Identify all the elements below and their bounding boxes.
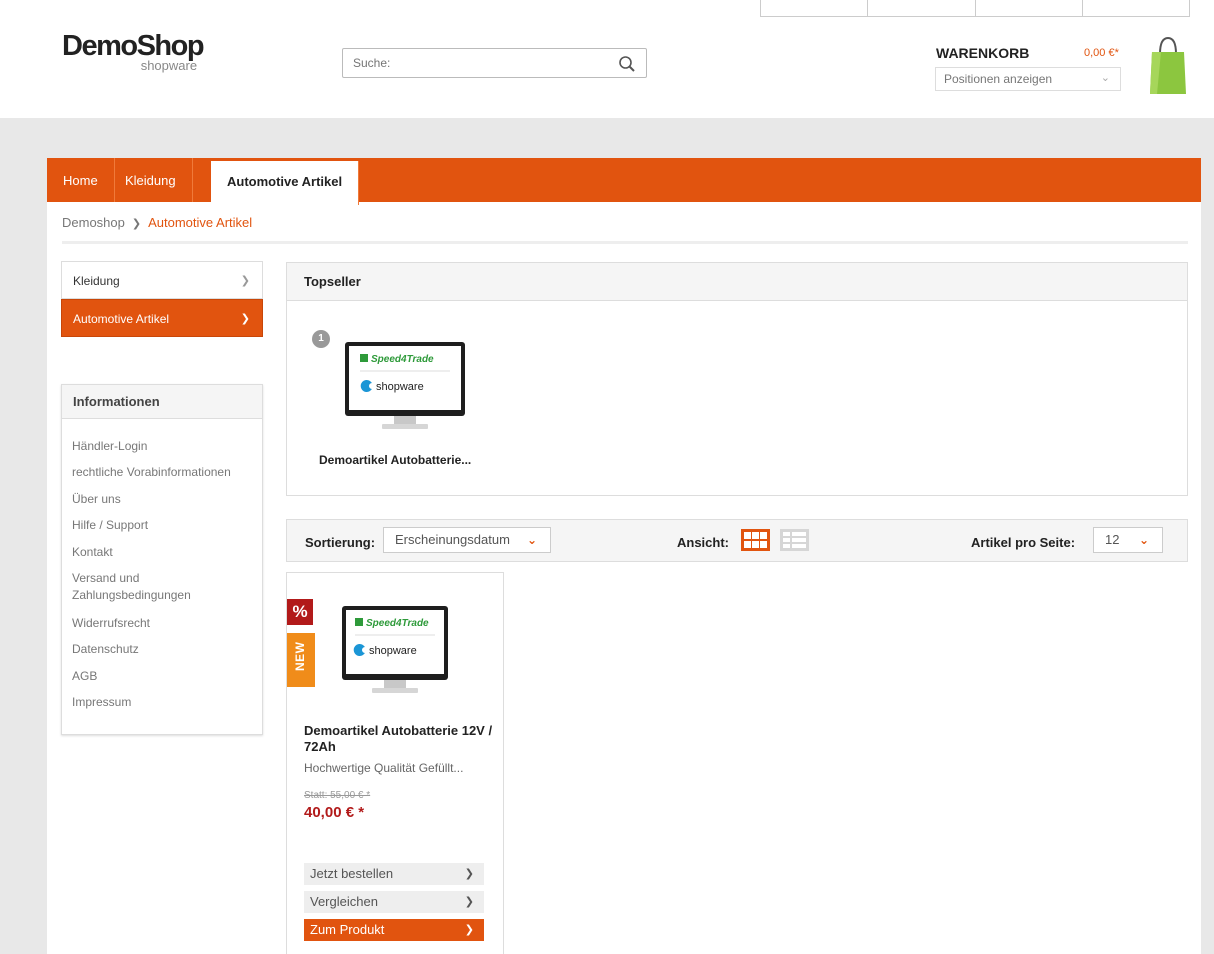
discount-badge: % <box>287 599 313 625</box>
chevron-right-icon: ❯ <box>240 275 250 287</box>
chevron-right-icon: ❯ <box>464 868 474 880</box>
sort-label: Sortierung: <box>305 535 376 550</box>
search-input[interactable] <box>343 49 603 77</box>
top-menu-slot[interactable] <box>868 0 976 16</box>
sidebar-category-automotive-artikel[interactable]: Automotive Artikel ❯ <box>61 299 263 337</box>
view-label: Ansicht: <box>677 535 729 550</box>
chevron-right-icon: ❯ <box>240 313 250 325</box>
product-image-monitor[interactable]: Speed4Trade shopware <box>344 341 466 433</box>
product-description: Hochwertige Qualität Gefüllt... <box>304 761 464 775</box>
image-brand-speed4trade: Speed4Trade <box>366 618 429 629</box>
cart-positions-dropdown[interactable]: Positionen anzeigen ⌄ <box>935 67 1121 91</box>
top-menu-slot[interactable] <box>976 0 1083 16</box>
chevron-right-icon: ❯ <box>131 218 142 230</box>
breadcrumb: Demoshop ❯ Automotive Artikel <box>62 215 252 230</box>
buy-now-label: Jetzt bestellen <box>310 866 394 881</box>
sidebar-category-kleidung[interactable]: Kleidung ❯ <box>61 261 263 299</box>
topseller-product-title[interactable]: Demoartikel Autobatterie... <box>319 453 471 467</box>
info-link-impressum[interactable]: Impressum <box>72 694 257 711</box>
per-page-select[interactable]: 12 ⌄ <box>1093 527 1163 553</box>
breadcrumb-item-current[interactable]: Automotive Artikel <box>148 215 252 230</box>
list-view-icon[interactable] <box>780 529 809 551</box>
per-page-label: Artikel pro Seite: <box>971 535 1076 550</box>
top-utility-menu <box>760 0 1190 17</box>
per-page-select-value: 12 <box>1105 532 1120 547</box>
product-price: 40,00 € * <box>304 804 365 821</box>
nav-item-automotive-artikel[interactable]: Automotive Artikel <box>211 161 360 205</box>
product-old-price: Statt: 55,00 € * <box>304 790 371 801</box>
compare-label: Vergleichen <box>310 894 378 909</box>
cart-title[interactable]: WARENKORB <box>936 45 1029 61</box>
search-icon[interactable] <box>618 55 636 73</box>
sort-select[interactable]: Erscheinungsdatum ⌄ <box>383 527 551 553</box>
product-title[interactable]: Demoartikel Autobatterie 12V / 72Ah <box>304 723 494 755</box>
info-link-ueber-uns[interactable]: Über uns <box>72 491 257 508</box>
shopping-bag-icon[interactable] <box>1149 34 1187 96</box>
topseller-title: Topseller <box>287 263 1187 301</box>
new-badge-label: NEW <box>293 641 307 672</box>
topseller-rank-badge: 1 <box>312 330 330 348</box>
info-link-haendler-login[interactable]: Händler-Login <box>72 438 257 455</box>
shop-logo[interactable]: DemoShop shopware <box>62 30 205 73</box>
sidebar-category-label: Kleidung <box>73 274 120 288</box>
info-link-widerrufsrecht[interactable]: Widerrufsrecht <box>72 615 257 632</box>
breadcrumb-item-demoshop[interactable]: Demoshop <box>62 215 125 230</box>
sidebar-category-label: Automotive Artikel <box>73 312 170 326</box>
listing-toolbar: Sortierung: Erscheinungsdatum ⌄ Ansicht:… <box>286 519 1188 562</box>
info-box-title: Informationen <box>62 385 262 419</box>
info-box: Informationen Händler-Login rechtliche V… <box>61 384 263 735</box>
image-brand-shopware: shopware <box>376 381 424 393</box>
search-box <box>342 48 647 78</box>
chevron-right-icon: ❯ <box>464 924 474 936</box>
new-badge: NEW <box>287 633 315 687</box>
top-menu-slot[interactable] <box>1083 0 1189 16</box>
product-card: % NEW Speed4Trade shopware Demoartikel A… <box>286 572 504 954</box>
info-link-kontakt[interactable]: Kontakt <box>72 544 257 561</box>
image-brand-shopware: shopware <box>369 645 417 657</box>
cart-positions-label: Positionen anzeigen <box>944 72 1053 86</box>
to-product-button[interactable]: Zum Produkt ❯ <box>304 919 484 941</box>
info-link-agb[interactable]: AGB <box>72 668 257 685</box>
info-link-datenschutz[interactable]: Datenschutz <box>72 641 257 658</box>
page-gutter-right <box>1201 158 1214 954</box>
breadcrumb-divider <box>62 241 1188 244</box>
chevron-right-icon: ❯ <box>464 896 474 908</box>
main-navigation: Home Kleidung Automotive Artikel <box>47 158 1201 205</box>
chevron-down-icon: ⌄ <box>1138 533 1149 547</box>
cart-total: 0,00 €* <box>1084 47 1119 59</box>
info-link-hilfe-support[interactable]: Hilfe / Support <box>72 517 257 534</box>
chevron-down-icon: ⌄ <box>526 533 537 547</box>
info-link-vorabinformationen[interactable]: rechtliche Vorabinformationen <box>72 464 257 481</box>
compare-button[interactable]: Vergleichen ❯ <box>304 891 484 913</box>
nav-item-kleidung[interactable]: Kleidung <box>109 158 193 202</box>
topseller-box: Topseller 1 Speed4Trade shopware Demoart… <box>286 262 1188 496</box>
product-image-monitor[interactable]: Speed4Trade shopware <box>341 605 449 697</box>
chevron-down-icon: ⌄ <box>1100 72 1110 84</box>
nav-item-home[interactable]: Home <box>47 158 115 202</box>
sort-select-value: Erscheinungsdatum <box>395 532 510 547</box>
page-gutter-left <box>0 158 47 954</box>
buy-now-button[interactable]: Jetzt bestellen ❯ <box>304 863 484 885</box>
image-brand-speed4trade: Speed4Trade <box>371 354 434 365</box>
top-menu-slot[interactable] <box>761 0 869 16</box>
to-product-label: Zum Produkt <box>310 922 385 937</box>
grid-view-icon[interactable] <box>741 529 770 551</box>
header-background-strip <box>0 118 1214 158</box>
info-link-versand[interactable]: Versand und Zahlungsbedingungen <box>72 570 222 604</box>
